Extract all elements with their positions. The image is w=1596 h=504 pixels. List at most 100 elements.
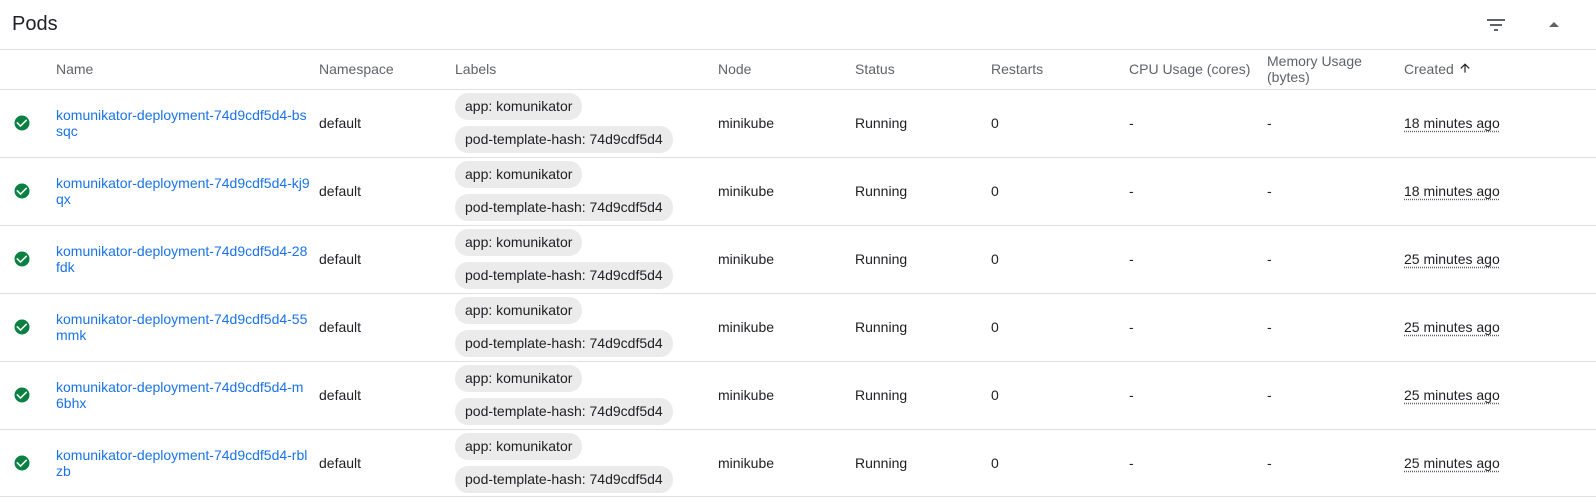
label-chips: app: komunikator pod-template-hash: 74d9… (455, 297, 718, 357)
cpu-cell: - (1129, 387, 1134, 403)
restarts-cell: 0 (991, 387, 999, 403)
namespace-cell: default (319, 387, 362, 403)
cpu-cell: - (1129, 183, 1134, 199)
pod-name-link[interactable]: komunikator-deployment-74d9cdf5d4-bssqc (56, 107, 319, 139)
created-timestamp: 25 minutes ago (1404, 319, 1500, 335)
created-cell: 25 minutes ago (1404, 293, 1540, 361)
node-cell: minikube (718, 183, 775, 199)
restarts-cell: 0 (991, 319, 999, 335)
labels-cell: app: komunikator pod-template-hash: 74d9… (455, 225, 718, 293)
created-cell: 25 minutes ago (1404, 429, 1540, 496)
cpu-cell: - (1129, 319, 1134, 335)
pod-name-link[interactable]: komunikator-deployment-74d9cdf5d4-rblzb (56, 447, 319, 479)
label-chip: pod-template-hash: 74d9cdf5d4 (455, 262, 673, 289)
table-row: komunikator-deployment-74d9cdf5d4-28fdk … (0, 225, 1596, 293)
label-chips: app: komunikator pod-template-hash: 74d9… (455, 93, 718, 153)
labels-cell: app: komunikator pod-template-hash: 74d9… (455, 293, 718, 361)
pod-name-link[interactable]: komunikator-deployment-74d9cdf5d4-55mmk (56, 311, 319, 343)
pod-name-link[interactable]: komunikator-deployment-74d9cdf5d4-kj9qx (56, 175, 319, 207)
name-cell: komunikator-deployment-74d9cdf5d4-bssqc (56, 89, 319, 157)
restarts-cell: 0 (991, 251, 999, 267)
label-chip: pod-template-hash: 74d9cdf5d4 (455, 465, 673, 493)
created-cell: 18 minutes ago (1404, 89, 1540, 157)
table-row: komunikator-deployment-74d9cdf5d4-55mmk … (0, 293, 1596, 361)
created-timestamp: 25 minutes ago (1404, 251, 1500, 267)
header-actions (1540, 50, 1596, 89)
status-cell (0, 429, 56, 496)
check-circle-icon (13, 114, 31, 132)
label-chip: pod-template-hash: 74d9cdf5d4 (455, 126, 673, 153)
namespace-cell: default (319, 454, 362, 471)
status-cell (0, 361, 56, 429)
node-cell: minikube (718, 319, 775, 335)
cpu-cell: - (1129, 115, 1134, 131)
header-status-icon (0, 50, 56, 89)
node-cell: minikube (718, 251, 775, 267)
pod-name-link[interactable]: komunikator-deployment-74d9cdf5d4-m6bhx (56, 379, 319, 411)
header-created[interactable]: Created (1404, 50, 1540, 89)
header-created-label: Created (1404, 60, 1454, 77)
labels-cell: app: komunikator pod-template-hash: 74d9… (455, 429, 718, 496)
labels-cell: app: komunikator pod-template-hash: 74d9… (455, 361, 718, 429)
check-circle-icon (13, 386, 31, 404)
arrow-upward-icon (1458, 61, 1472, 78)
filter-button[interactable] (1476, 5, 1516, 45)
card-header: Pods (0, 0, 1596, 50)
cpu-cell: - (1129, 454, 1134, 471)
status-cell (0, 293, 56, 361)
collapse-button[interactable] (1534, 5, 1574, 45)
filter-list-icon (1487, 19, 1505, 31)
created-timestamp: 25 minutes ago (1404, 387, 1500, 403)
status-text-cell: Running (855, 115, 908, 131)
label-chip: app: komunikator (455, 432, 583, 460)
table-header-row: Name Namespace Labels Node Status Restar… (0, 50, 1596, 89)
check-circle-icon (13, 250, 31, 268)
memory-cell: - (1267, 251, 1272, 267)
label-chip: pod-template-hash: 74d9cdf5d4 (455, 330, 673, 357)
namespace-cell: default (319, 115, 362, 131)
table-row: komunikator-deployment-74d9cdf5d4-rblzb … (0, 429, 1596, 496)
menu-cell (1540, 157, 1596, 225)
header-labels: Labels (455, 61, 497, 78)
status-text-cell: Running (855, 319, 908, 335)
header-namespace[interactable]: Namespace (319, 50, 455, 89)
created-timestamp: 18 minutes ago (1404, 183, 1500, 199)
memory-cell: - (1267, 115, 1272, 131)
node-cell: minikube (718, 387, 775, 403)
menu-cell (1540, 225, 1596, 293)
label-chip: pod-template-hash: 74d9cdf5d4 (455, 194, 673, 221)
header-node[interactable]: Node (718, 50, 855, 89)
created-timestamp: 18 minutes ago (1404, 115, 1500, 131)
label-chips: app: komunikator pod-template-hash: 74d9… (455, 229, 718, 289)
menu-cell (1540, 89, 1596, 157)
namespace-cell: default (319, 251, 362, 267)
status-cell (0, 225, 56, 293)
name-cell: komunikator-deployment-74d9cdf5d4-rblzb (56, 429, 319, 496)
check-circle-icon (13, 318, 31, 336)
label-chip: app: komunikator (455, 161, 583, 188)
label-chips: app: komunikator pod-template-hash: 74d9… (455, 365, 718, 425)
memory-cell: - (1267, 454, 1272, 471)
labels-cell: app: komunikator pod-template-hash: 74d9… (455, 89, 718, 157)
header-cpu: CPU Usage (cores) (1129, 61, 1251, 78)
header-restarts[interactable]: Restarts (991, 50, 1129, 89)
header-status[interactable]: Status (855, 50, 991, 89)
node-cell: minikube (718, 454, 775, 471)
status-cell (0, 89, 56, 157)
header-name[interactable]: Name (56, 50, 319, 89)
node-cell: minikube (718, 115, 775, 131)
label-chip: app: komunikator (455, 229, 583, 256)
status-cell (0, 157, 56, 225)
restarts-cell: 0 (991, 454, 999, 471)
name-cell: komunikator-deployment-74d9cdf5d4-kj9qx (56, 157, 319, 225)
menu-cell (1540, 361, 1596, 429)
status-text-cell: Running (855, 387, 908, 403)
created-cell: 25 minutes ago (1404, 361, 1540, 429)
card-title: Pods (12, 13, 58, 35)
memory-cell: - (1267, 387, 1272, 403)
label-chip: app: komunikator (455, 297, 583, 324)
name-cell: komunikator-deployment-74d9cdf5d4-55mmk (56, 293, 319, 361)
pod-name-link[interactable]: komunikator-deployment-74d9cdf5d4-28fdk (56, 243, 319, 275)
name-cell: komunikator-deployment-74d9cdf5d4-28fdk (56, 225, 319, 293)
created-timestamp: 25 minutes ago (1404, 454, 1500, 471)
